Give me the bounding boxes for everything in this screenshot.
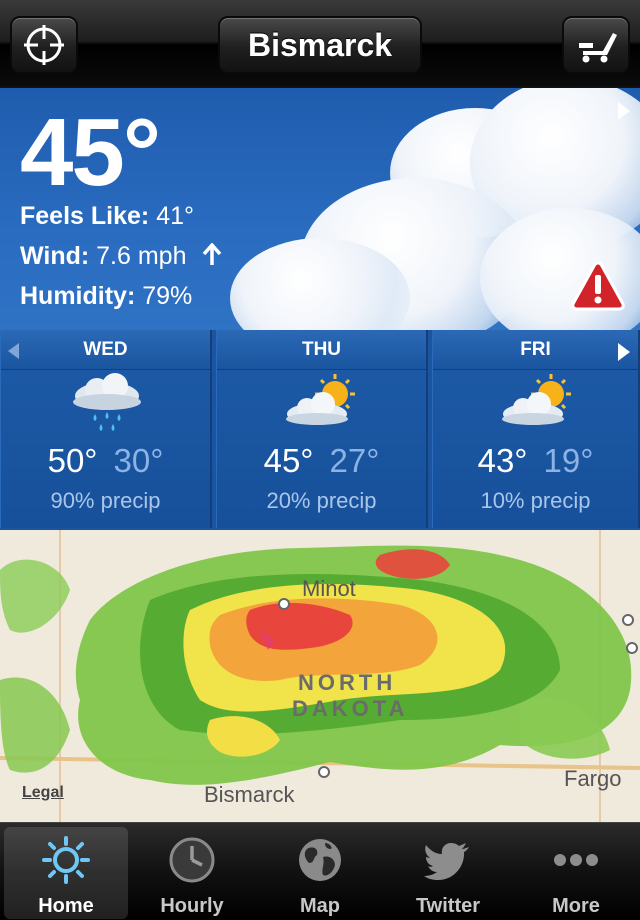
preferences-icon [579, 33, 617, 63]
arrow-up-icon [203, 242, 222, 265]
forecast-temps: 43° 19° [433, 442, 638, 480]
forecast-day-card[interactable]: THU 45° 27° 20% precip [216, 330, 428, 528]
partly-cloudy-icon [502, 374, 571, 425]
feels-like-value: 41° [156, 202, 194, 230]
forecast-high: 45° [263, 442, 314, 479]
forecast-precip: 20% precip [266, 488, 377, 513]
forecast-day-label: FRI [433, 330, 638, 370]
locate-button[interactable] [10, 16, 78, 74]
map-label-bismarck: Bismarck [204, 782, 295, 807]
preferences-button[interactable] [562, 16, 630, 74]
forecast-low: 19° [543, 442, 594, 479]
sun-icon [42, 836, 90, 884]
forecast-prev-arrow-icon[interactable] [8, 343, 19, 359]
location-title-button[interactable]: Bismarck [218, 16, 422, 74]
forecast-high: 43° [477, 442, 528, 479]
tab-twitter[interactable]: Twitter [386, 827, 510, 919]
map-legal-link[interactable]: Legal [22, 784, 64, 802]
top-bar: Bismarck [0, 0, 640, 88]
tab-map-label: Map [300, 895, 340, 917]
tab-hourly[interactable]: Hourly [130, 827, 254, 919]
forecast-day-label: WED [1, 330, 210, 370]
more-dots-icon [554, 854, 598, 866]
twitter-bird-icon [424, 843, 469, 880]
tab-twitter-label: Twitter [415, 895, 481, 917]
city-marker-east2 [626, 642, 638, 654]
forecast-temps: 50° 30° [1, 442, 210, 480]
humidity-label: Humidity: [20, 282, 136, 310]
forecast-high: 50° [47, 442, 98, 479]
humidity-value: 79% [142, 282, 193, 310]
current-conditions-panel[interactable]: 45° Feels Like: 41° Wind: 7.6 mph Humidi… [0, 88, 640, 330]
feels-like-row: Feels Like: 41° [20, 202, 194, 231]
city-marker-east [622, 614, 634, 626]
city-marker-minot [278, 598, 290, 610]
forecast-next-arrow-icon[interactable] [618, 343, 630, 361]
tab-more-label: More [552, 895, 600, 917]
humidity-row: Humidity: 79% [20, 282, 192, 311]
rain-cloud-icon [73, 373, 141, 431]
wind-label: Wind: [20, 242, 90, 270]
wind-value: 7.6 mph [96, 242, 187, 270]
forecast-day-card[interactable]: WED 50° 30° 90% precip [0, 330, 212, 528]
map-label-state-line2: DAKOTA [292, 696, 409, 721]
crosshair-location-icon [24, 25, 64, 65]
tab-hourly-label: Hourly [160, 895, 224, 917]
globe-icon [299, 839, 341, 881]
current-temperature: 45° [20, 99, 161, 206]
forecast-day-card[interactable]: FRI 43° 19° 10% precip [432, 330, 640, 528]
tab-more[interactable]: More [514, 827, 638, 919]
forecast-temps: 45° 27° [217, 442, 426, 480]
radar-map[interactable]: Minot NORTH DAKOTA Bismarck Fargo Legal [0, 530, 640, 822]
tab-map[interactable]: Map [258, 827, 382, 919]
feels-like-label: Feels Like: [20, 202, 150, 230]
forecast-day-label: THU [217, 330, 426, 370]
map-label-minot: Minot [302, 576, 356, 601]
forecast-low: 27° [329, 442, 380, 479]
map-label-fargo: Fargo [564, 766, 622, 791]
partly-cloudy-icon [286, 374, 355, 425]
forecast-precip: 10% precip [480, 488, 591, 513]
forecast-precip: 90% precip [50, 488, 161, 513]
map-label-state-line1: NORTH [298, 670, 397, 695]
alert-warning-icon[interactable] [570, 260, 626, 312]
city-marker-jamestown [318, 766, 330, 778]
clock-icon [169, 837, 215, 883]
forecast-low: 30° [113, 442, 164, 479]
wind-row: Wind: 7.6 mph [20, 242, 223, 271]
forecast-strip: WED 50° 30° 90% precip THU 45° 27° 20% p… [0, 330, 640, 530]
tab-home-label: Home [38, 895, 94, 917]
tab-home[interactable]: Home [4, 827, 128, 919]
next-panel-arrow-icon[interactable] [618, 102, 630, 120]
tab-bar: Home Hourly Map Twitter More [0, 822, 640, 920]
